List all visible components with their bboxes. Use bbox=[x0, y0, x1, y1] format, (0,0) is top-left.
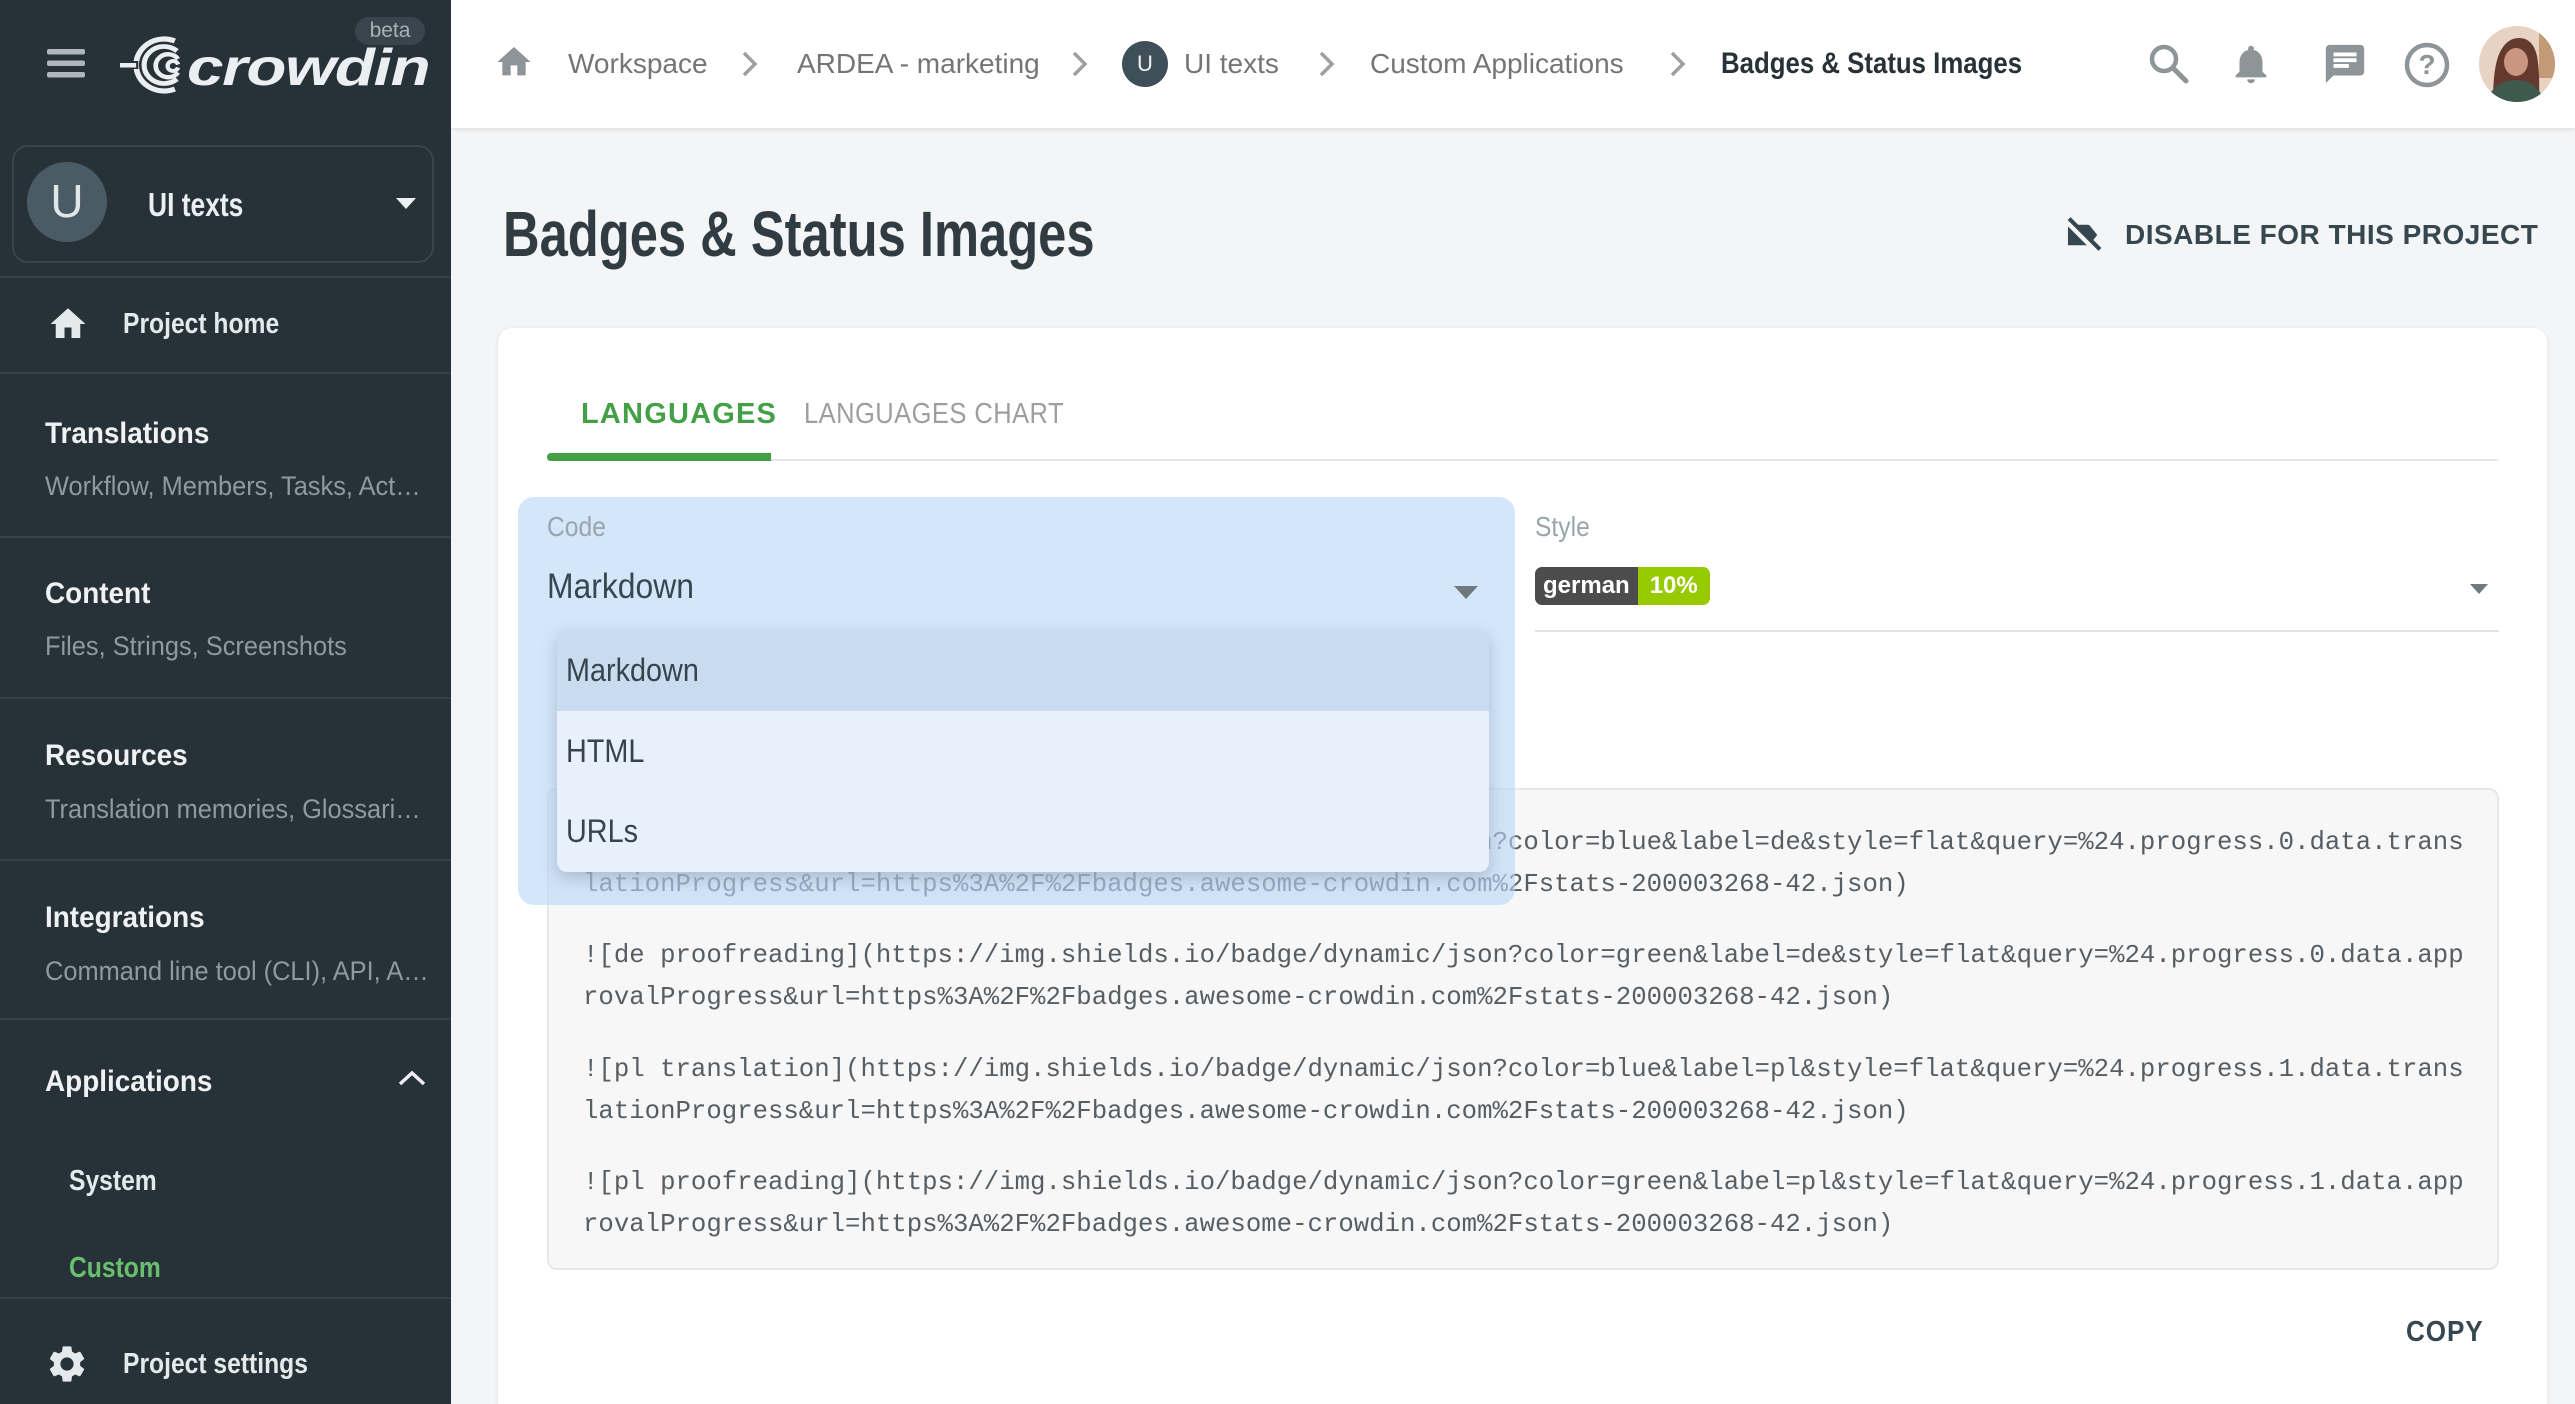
svg-text:?: ? bbox=[2418, 49, 2435, 80]
